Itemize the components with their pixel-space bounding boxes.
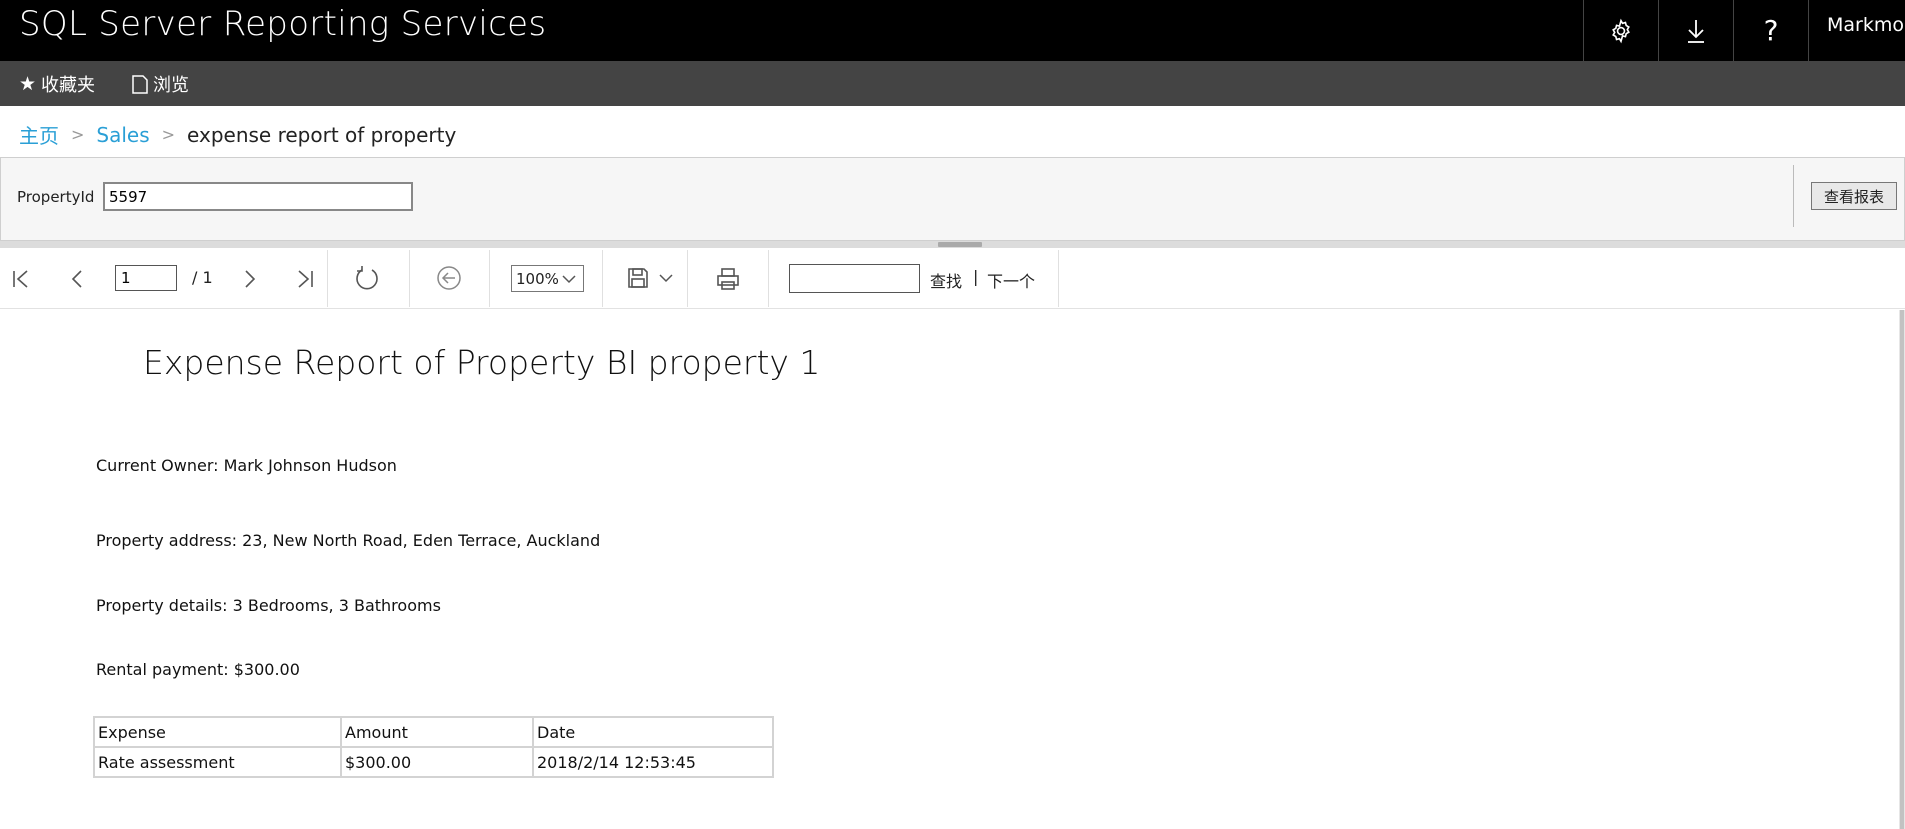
panel-divider bbox=[1793, 165, 1794, 227]
export-button[interactable] bbox=[624, 265, 678, 291]
download-arrow-icon bbox=[1688, 19, 1704, 43]
chevron-left-icon bbox=[71, 270, 82, 288]
breadcrumb-sales[interactable]: Sales bbox=[96, 123, 149, 147]
chevron-down-icon bbox=[659, 274, 673, 283]
app-title[interactable]: SQL Server Reporting Services bbox=[19, 4, 546, 44]
settings-button[interactable] bbox=[1583, 0, 1658, 61]
zoom-value: 100% bbox=[516, 269, 559, 288]
toolbar-separator bbox=[687, 250, 688, 307]
table-header-cell: Date bbox=[532, 716, 774, 748]
find-input[interactable] bbox=[789, 264, 920, 293]
help-button[interactable]: ? bbox=[1733, 0, 1808, 61]
back-to-parent-button[interactable] bbox=[434, 263, 464, 293]
table-header-cell: Amount bbox=[340, 716, 534, 748]
view-report-button[interactable]: 查看报表 bbox=[1811, 182, 1897, 210]
breadcrumb-separator-icon: > bbox=[71, 125, 85, 144]
favorites-link[interactable]: ★ 收藏夹 bbox=[19, 71, 95, 97]
breadcrumb-separator-icon: > bbox=[161, 125, 176, 144]
download-button[interactable] bbox=[1658, 0, 1733, 61]
splitter-handle[interactable] bbox=[938, 242, 982, 247]
chevron-down-icon bbox=[562, 275, 576, 284]
toolbar-separator bbox=[602, 250, 603, 307]
table-header-row: Expense Amount Date bbox=[93, 716, 774, 748]
table-cell: Rate assessment bbox=[93, 746, 342, 778]
zoom-select[interactable]: 100% bbox=[511, 265, 584, 292]
toolbar-separator bbox=[768, 250, 769, 307]
first-page-button[interactable] bbox=[8, 266, 34, 292]
save-disk-icon bbox=[628, 268, 648, 288]
table-cell: $300.00 bbox=[340, 746, 534, 778]
toolbar-separator bbox=[327, 250, 328, 307]
favorites-label: 收藏夹 bbox=[41, 75, 96, 96]
breadcrumb-current: expense report of property bbox=[187, 122, 457, 147]
property-details-text: Property details: 3 Bedrooms, 3 Bathroom… bbox=[96, 596, 441, 615]
next-page-button[interactable] bbox=[237, 266, 263, 292]
panel-splitter[interactable] bbox=[0, 241, 1905, 248]
table-row: Rate assessment $300.00 2018/2/14 12:53:… bbox=[93, 746, 774, 778]
parameter-panel: PropertyId 查看报表 bbox=[0, 157, 1905, 241]
refresh-button[interactable] bbox=[352, 263, 382, 293]
expense-table: Expense Amount Date Rate assessment $300… bbox=[93, 716, 774, 778]
previous-page-button[interactable] bbox=[64, 266, 90, 292]
print-button[interactable] bbox=[714, 265, 742, 293]
first-page-icon bbox=[13, 270, 28, 288]
gear-icon bbox=[1612, 18, 1630, 43]
rental-payment-text: Rental payment: $300.00 bbox=[96, 660, 300, 679]
refresh-icon bbox=[356, 266, 378, 290]
current-page-input[interactable] bbox=[115, 265, 177, 291]
star-icon: ★ bbox=[19, 73, 37, 95]
vertical-scrollbar[interactable] bbox=[1899, 310, 1905, 829]
top-header: SQL Server Reporting Services ? Markmo bbox=[0, 0, 1905, 61]
property-id-label: PropertyId bbox=[17, 188, 95, 206]
total-pages: / 1 bbox=[192, 268, 213, 287]
chevron-right-icon bbox=[245, 270, 256, 288]
printer-icon bbox=[717, 268, 739, 290]
user-menu[interactable]: Markmo bbox=[1808, 0, 1905, 61]
last-page-button[interactable] bbox=[292, 266, 318, 292]
browse-label: 浏览 bbox=[153, 75, 189, 96]
property-address-text: Property address: 23, New North Road, Ed… bbox=[96, 531, 601, 550]
breadcrumb-home[interactable]: 主页 bbox=[19, 120, 59, 149]
find-separator: | bbox=[973, 267, 979, 286]
current-owner-text: Current Owner: Mark Johnson Hudson bbox=[96, 456, 397, 475]
browse-link[interactable]: 浏览 bbox=[132, 71, 189, 97]
find-next-button[interactable]: 下一个 bbox=[987, 268, 1035, 292]
table-header-cell: Expense bbox=[93, 716, 342, 748]
toolbar-separator bbox=[409, 250, 410, 307]
find-button[interactable]: 查找 bbox=[930, 268, 962, 292]
report-toolbar: / 1 100% bbox=[0, 248, 1905, 309]
property-id-input[interactable] bbox=[103, 182, 413, 211]
document-icon bbox=[132, 74, 148, 94]
help-icon: ? bbox=[1763, 14, 1779, 47]
back-arrow-circle-icon bbox=[437, 266, 461, 290]
sub-navigation: ★ 收藏夹 浏览 bbox=[0, 61, 1905, 106]
scrollbar-thumb[interactable] bbox=[1900, 310, 1904, 829]
toolbar-separator bbox=[489, 250, 490, 307]
table-cell: 2018/2/14 12:53:45 bbox=[532, 746, 774, 778]
breadcrumb: 主页 > Sales > expense report of property bbox=[19, 120, 456, 149]
last-page-icon bbox=[298, 270, 313, 288]
report-title: Expense Report of Property BI property 1 bbox=[143, 343, 821, 382]
toolbar-separator bbox=[1058, 250, 1059, 307]
